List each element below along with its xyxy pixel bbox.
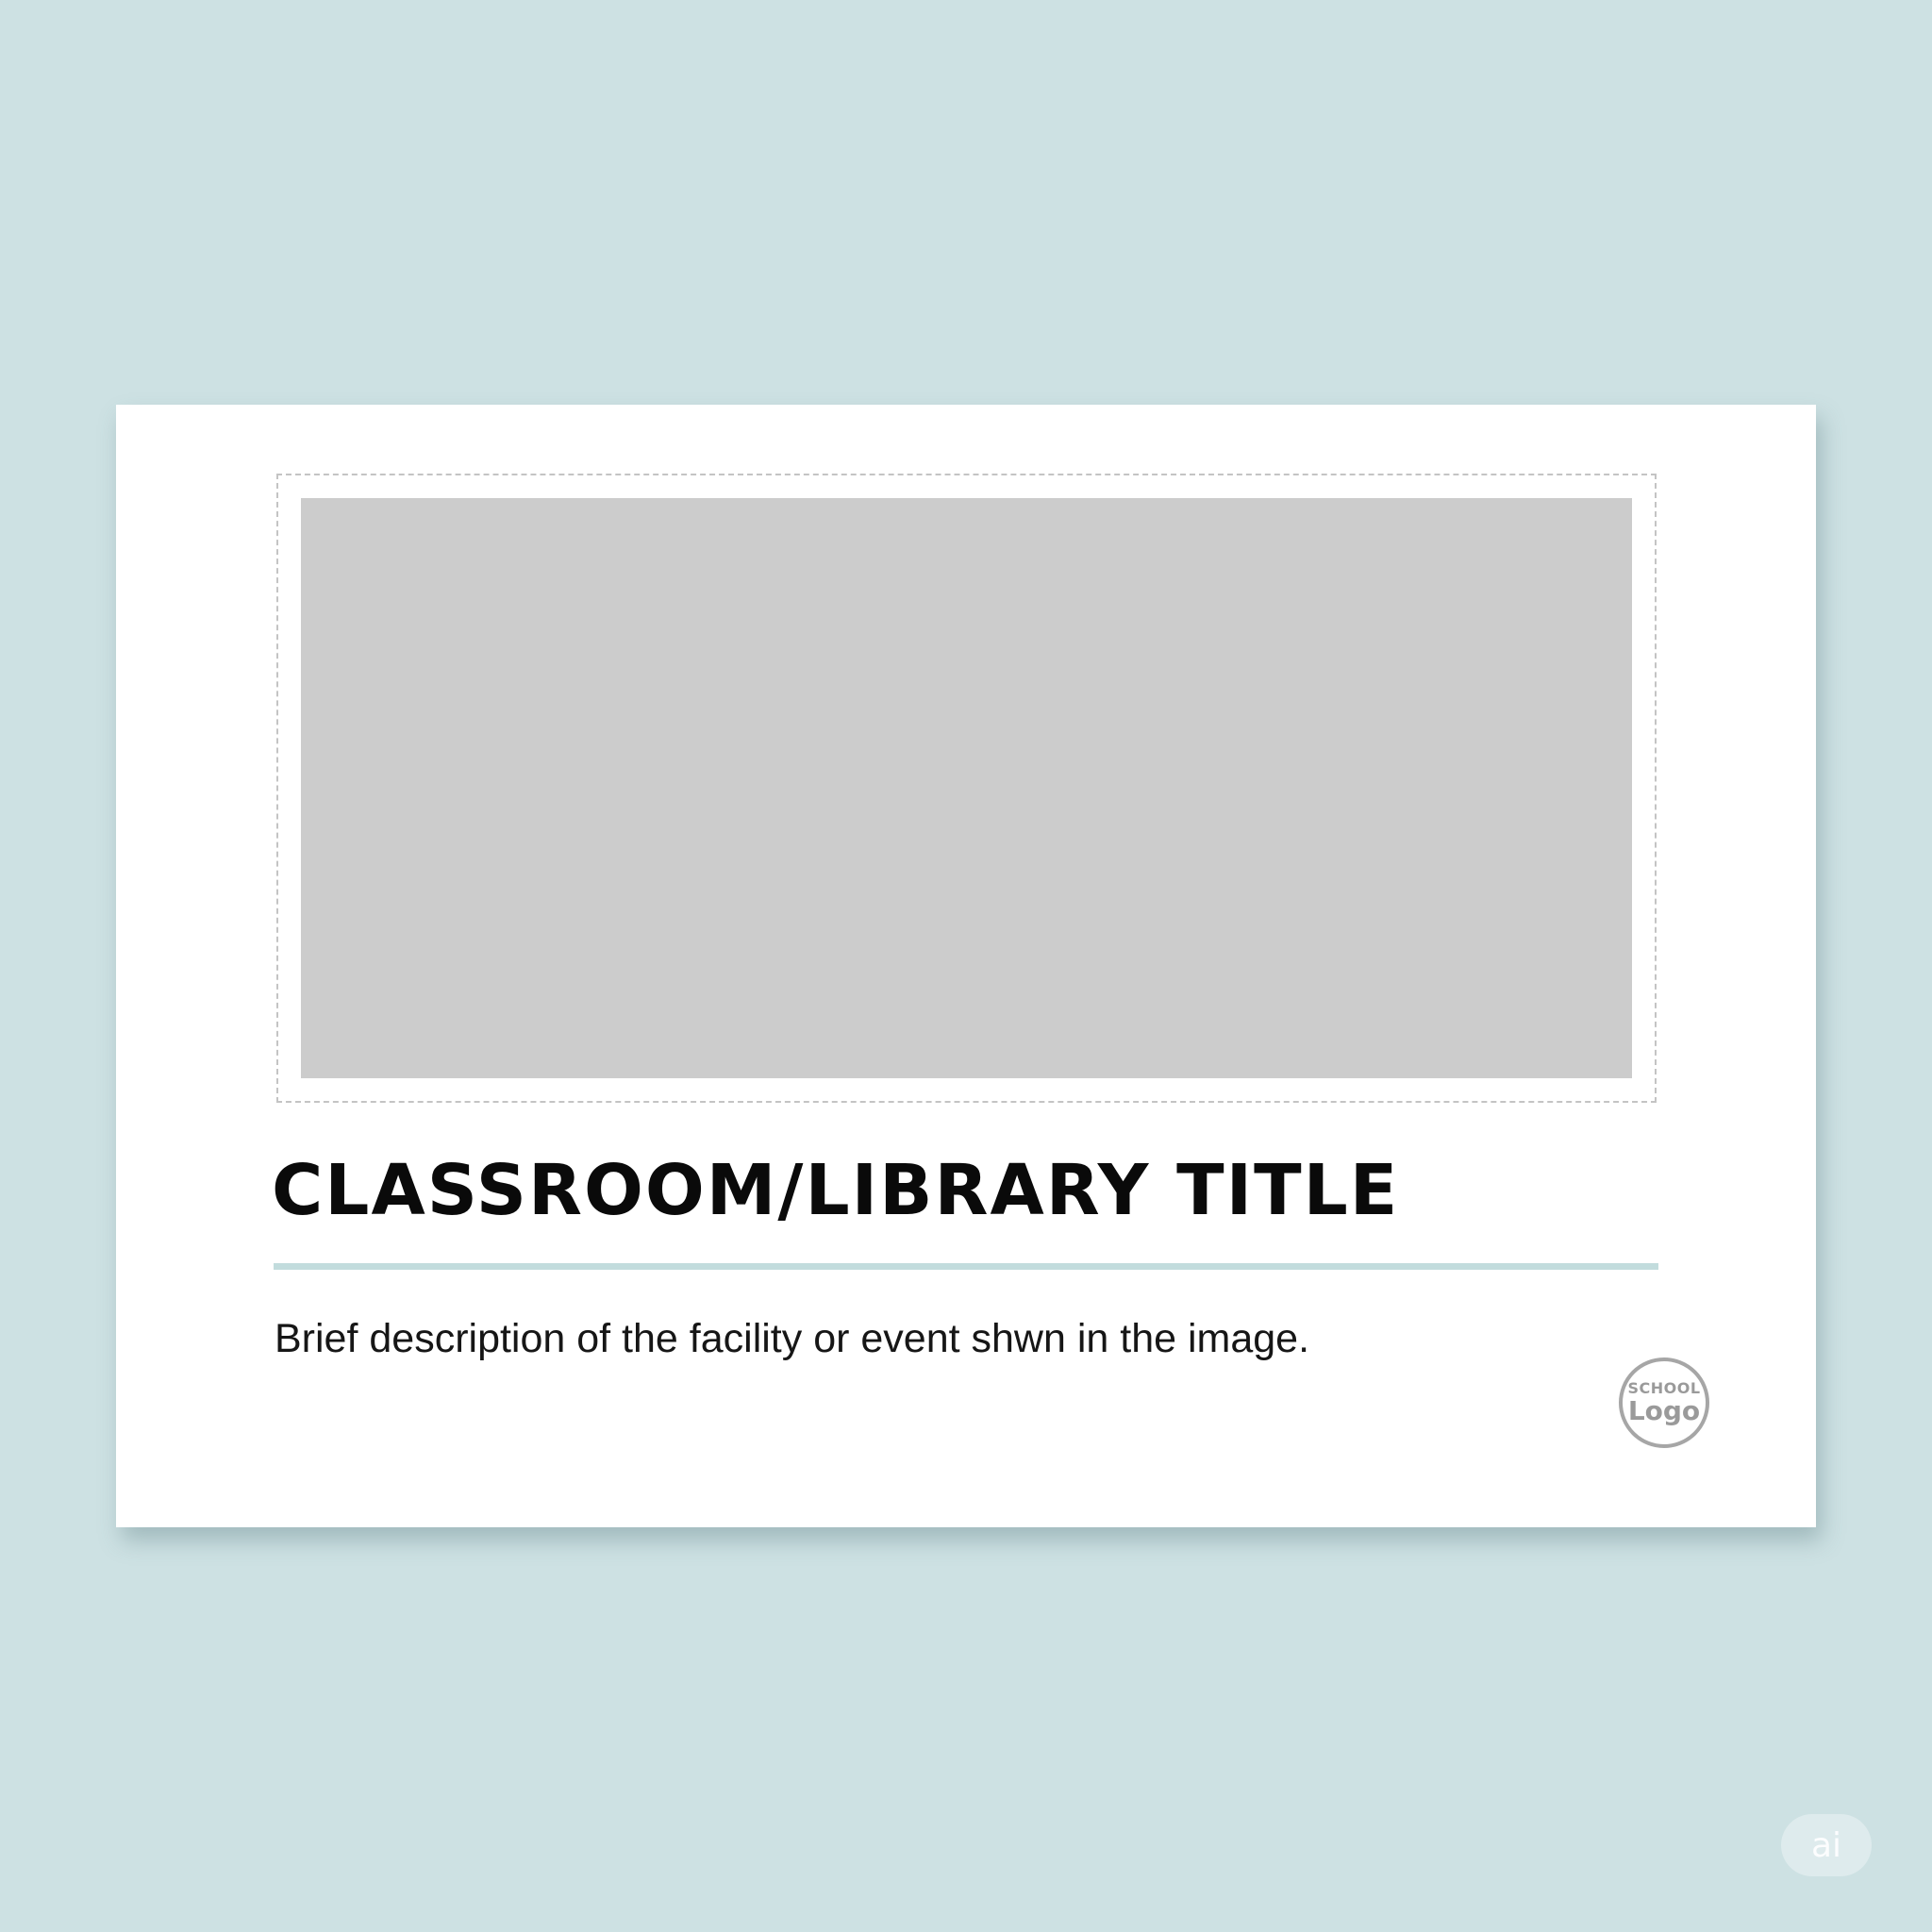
logo-text-logo: Logo [1627,1395,1701,1426]
ai-watermark-label: ai [1810,1825,1842,1865]
image-placeholder [301,498,1632,1078]
canvas: CLASSROOM/LIBRARY TITLE Brief descriptio… [0,0,1932,1932]
title-divider [274,1263,1658,1270]
logo-text-school: SCHOOL [1627,1379,1701,1397]
card-title: CLASSROOM/LIBRARY TITLE [272,1150,1400,1231]
school-logo-icon: SCHOOL Logo [1619,1357,1709,1448]
card-description: Brief description of the facility or eve… [275,1316,1310,1361]
info-card: CLASSROOM/LIBRARY TITLE Brief descriptio… [116,405,1816,1527]
ai-watermark-icon: ai [1781,1814,1872,1876]
image-drop-zone[interactable] [276,474,1657,1103]
